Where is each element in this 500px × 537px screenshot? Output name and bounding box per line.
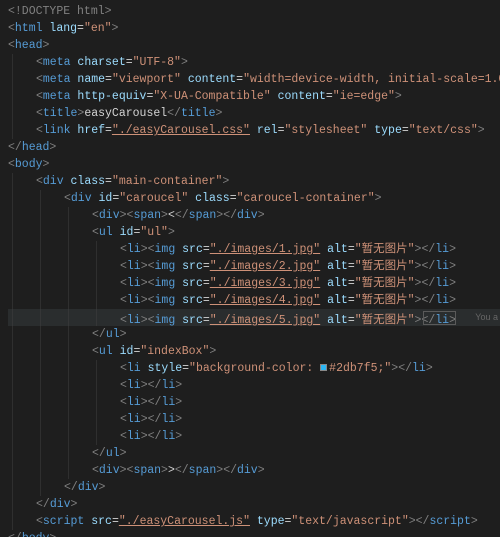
code-line[interactable]: <ul id="ul">: [8, 224, 500, 241]
code-line[interactable]: </head>: [8, 139, 500, 156]
code-line[interactable]: <li></li>: [8, 377, 500, 394]
code-line[interactable]: </div>: [8, 496, 500, 513]
code-line[interactable]: <meta http-equiv="X-UA-Compatible" conte…: [8, 88, 500, 105]
minimap-hint: You a: [475, 309, 498, 326]
code-line[interactable]: <li><img src="./images/5.jpg" alt="暂无图片"…: [8, 309, 500, 326]
code-line[interactable]: <li><img src="./images/4.jpg" alt="暂无图片"…: [8, 292, 500, 309]
code-line[interactable]: <ul id="indexBox">: [8, 343, 500, 360]
code-line[interactable]: <meta name="viewport" content="width=dev…: [8, 71, 500, 88]
code-line[interactable]: <li><img src="./images/1.jpg" alt="暂无图片"…: [8, 241, 500, 258]
code-line[interactable]: <html lang="en">: [8, 20, 500, 37]
code-line[interactable]: <li></li>: [8, 394, 500, 411]
code-line[interactable]: <link href="./easyCarousel.css" rel="sty…: [8, 122, 500, 139]
code-line[interactable]: <head>: [8, 37, 500, 54]
code-line[interactable]: <script src="./easyCarousel.js" type="te…: [8, 513, 500, 530]
code-line[interactable]: <li><img src="./images/3.jpg" alt="暂无图片"…: [8, 275, 500, 292]
code-line[interactable]: <div><span>></span></div>: [8, 462, 500, 479]
code-line[interactable]: <div id="caroucel" class="caroucel-conta…: [8, 190, 500, 207]
code-line[interactable]: <li style="background-color: #2db7f5;"><…: [8, 360, 500, 377]
code-line[interactable]: <body>: [8, 156, 500, 173]
code-line[interactable]: <title>easyCarousel</title>: [8, 105, 500, 122]
code-line[interactable]: <div class="main-container">: [8, 173, 500, 190]
code-line[interactable]: </ul>: [8, 326, 500, 343]
code-line[interactable]: <div><span><</span></div>: [8, 207, 500, 224]
code-line[interactable]: <meta charset="UTF-8">: [8, 54, 500, 71]
code-line[interactable]: <li><img src="./images/2.jpg" alt="暂无图片"…: [8, 258, 500, 275]
code-line[interactable]: </ul>: [8, 445, 500, 462]
code-line[interactable]: </div>: [8, 479, 500, 496]
code-line[interactable]: <li></li>: [8, 428, 500, 445]
code-editor[interactable]: <!DOCTYPE html><html lang="en"><head><me…: [0, 0, 500, 537]
code-line[interactable]: <li></li>: [8, 411, 500, 428]
code-line[interactable]: <!DOCTYPE html>: [8, 3, 500, 20]
code-line[interactable]: </body>: [8, 530, 500, 537]
